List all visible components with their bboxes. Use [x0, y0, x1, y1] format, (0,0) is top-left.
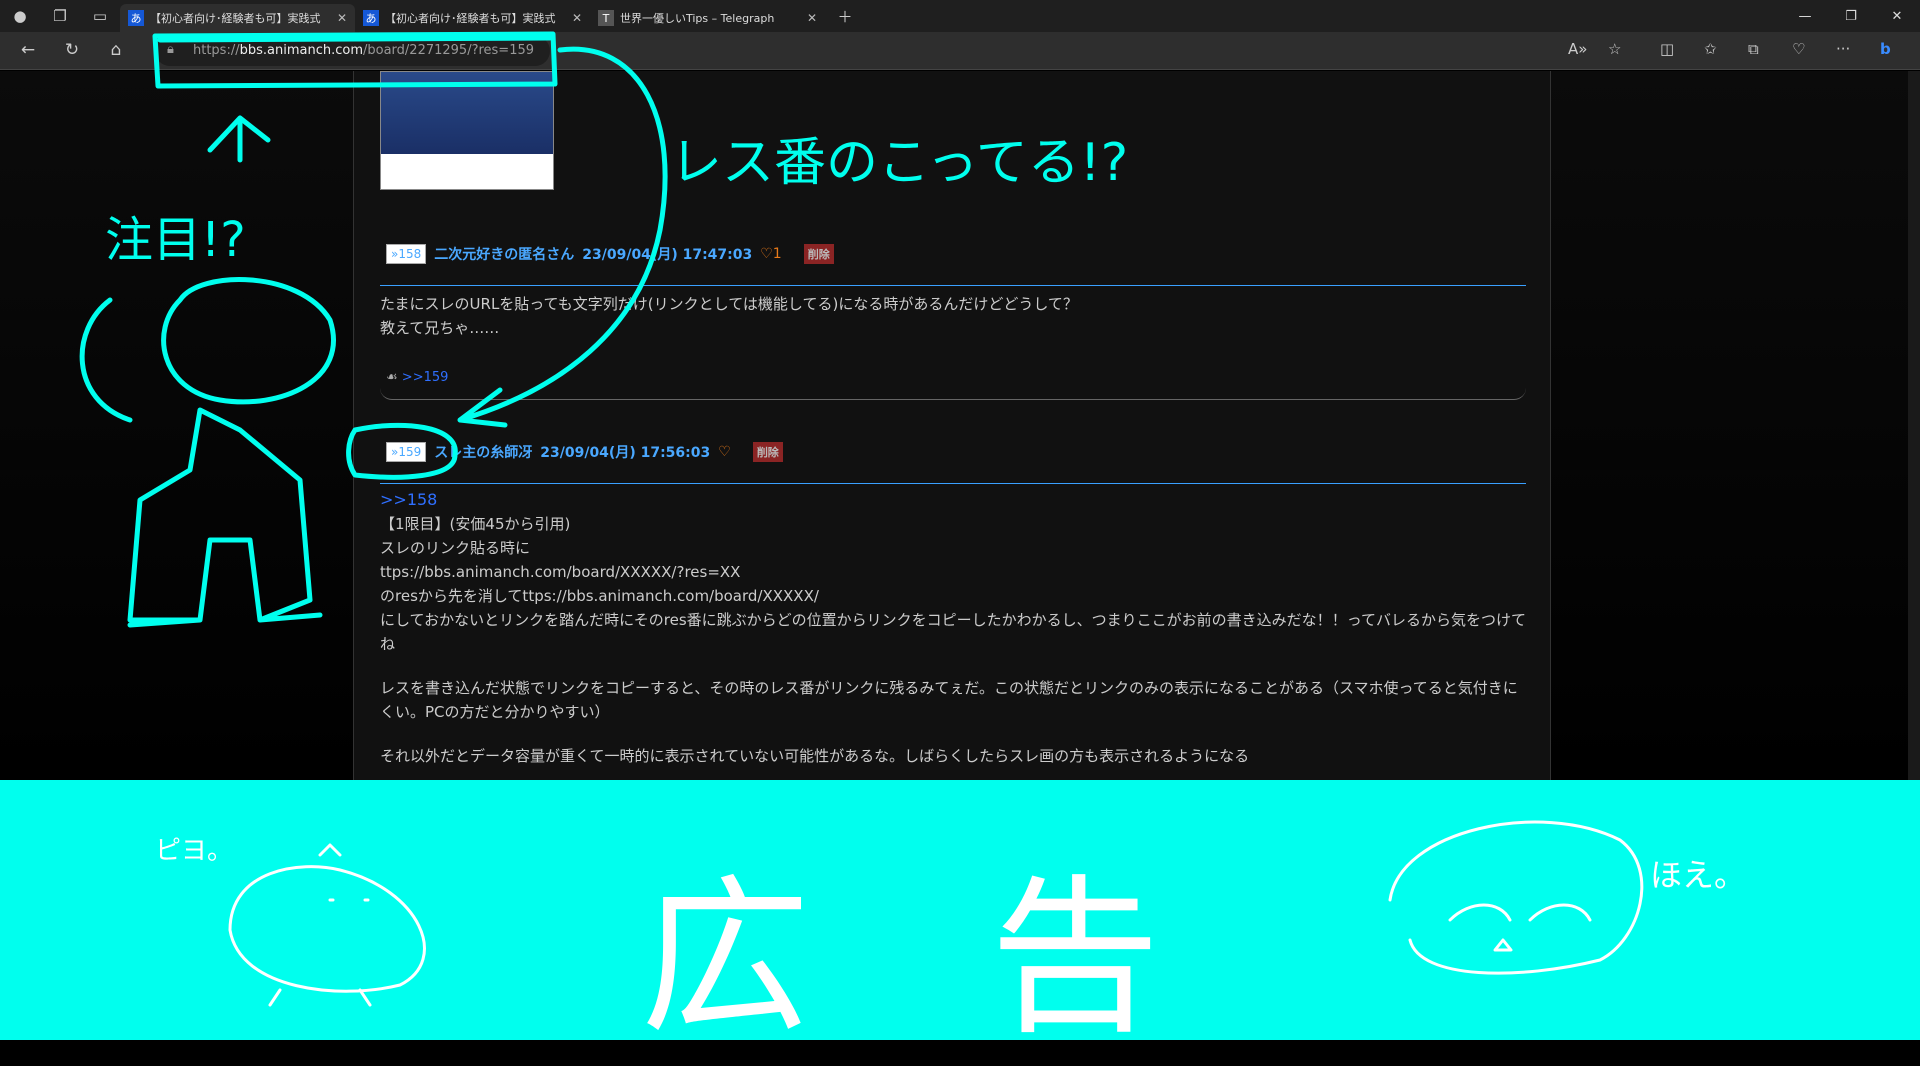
girl-drawing	[1388, 820, 1644, 975]
chick-label: ピヨ。	[155, 836, 234, 866]
annotation-note-res-number: レス番のこってる!?	[670, 133, 1129, 193]
chick-drawing	[228, 843, 426, 1007]
up-arrow	[207, 115, 271, 163]
girl-label: ほえ。	[1650, 856, 1747, 894]
ad-label: 広告	[640, 860, 1341, 1058]
url-highlight-box	[152, 31, 558, 89]
post-number-circle	[346, 422, 458, 480]
curved-arrow	[457, 46, 668, 428]
annotation-note-attention: 注目!?	[105, 212, 246, 268]
character-drawing	[79, 277, 336, 628]
